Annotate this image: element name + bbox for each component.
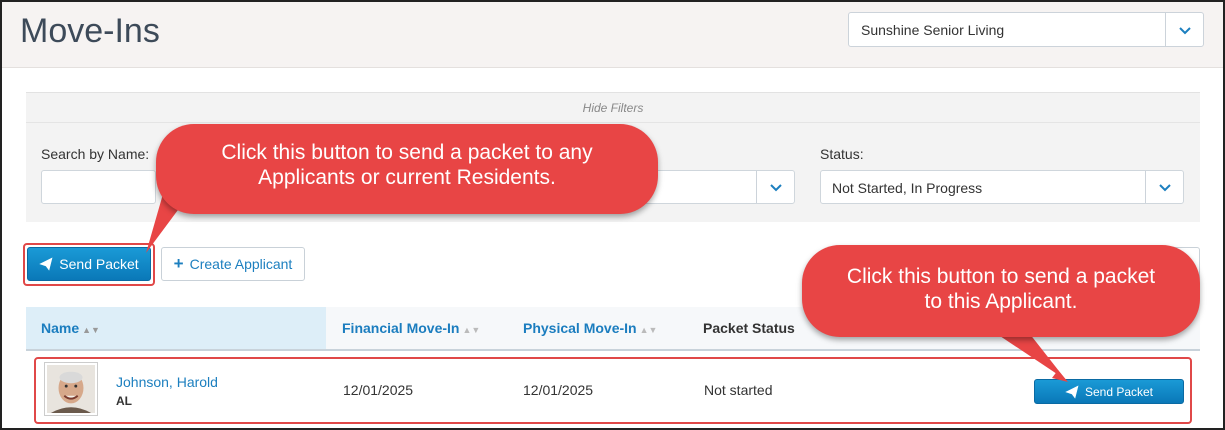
- plus-icon: +: [173, 254, 184, 273]
- callout-toolbar: Click this button to send a packet to an…: [156, 124, 658, 214]
- status-select[interactable]: Not Started, In Progress: [820, 170, 1184, 204]
- callout-row: Click this button to send a packet to th…: [802, 245, 1200, 337]
- column-header-financial-move-in[interactable]: Financial Move-In ▲▼: [342, 320, 480, 336]
- sort-icon: ▲▼: [462, 325, 481, 335]
- chevron-down-icon[interactable]: [1145, 171, 1183, 203]
- send-packet-button[interactable]: Send Packet: [27, 247, 151, 281]
- create-applicant-label: Create Applicant: [189, 256, 293, 272]
- column-header-packet-status: Packet Status: [703, 320, 795, 336]
- page-title: Move-Ins: [20, 12, 160, 50]
- app-frame: Move-Ins Sunshine Senior Living Hide Fil…: [0, 0, 1225, 430]
- column-header-name[interactable]: Name ▲▼: [41, 320, 100, 336]
- search-label: Search by Name:: [41, 146, 150, 162]
- status-select-value: Not Started, In Progress: [832, 180, 983, 196]
- chevron-down-icon[interactable]: [756, 171, 794, 203]
- page-header: Move-Ins Sunshine Senior Living: [2, 2, 1223, 68]
- hide-filters-link[interactable]: Hide Filters: [26, 93, 1200, 123]
- paper-plane-icon: [39, 257, 53, 271]
- send-packet-label: Send Packet: [59, 256, 139, 272]
- column-header-physical-move-in[interactable]: Physical Move-In ▲▼: [523, 320, 657, 336]
- sort-icon: ▲▼: [82, 325, 100, 335]
- status-label: Status:: [820, 146, 864, 162]
- search-input[interactable]: [41, 170, 156, 204]
- community-select-value: Sunshine Senior Living: [861, 22, 1005, 38]
- community-select[interactable]: Sunshine Senior Living: [848, 12, 1204, 47]
- chevron-down-icon[interactable]: [1165, 13, 1203, 46]
- sort-icon: ▲▼: [639, 325, 658, 335]
